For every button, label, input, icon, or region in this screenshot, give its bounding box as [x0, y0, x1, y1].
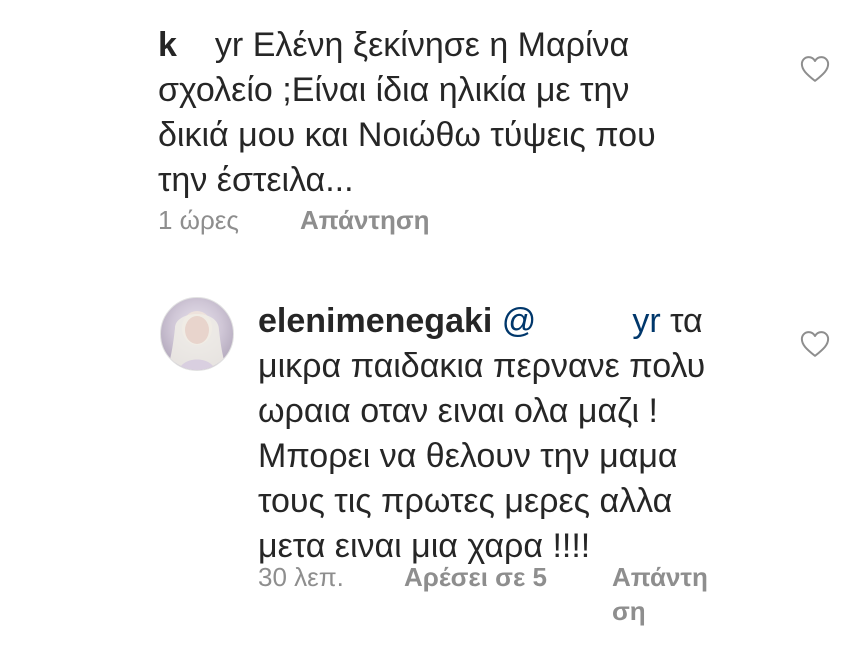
comment-username[interactable]: k — [158, 26, 177, 64]
comment-text: k yr Ελένη ξεκίνησε η Μαρίνα σχολείο ;Εί… — [158, 23, 656, 203]
reply-line-4: Μπορει να θελουν την μαμα — [258, 437, 678, 475]
reply-line-2: μικρα παιδακια περνανε πολυ — [258, 347, 706, 385]
reply-text: elenimenegaki @ yr τα μικρα παιδακια περ… — [258, 299, 705, 569]
reply-label-part2: ση — [612, 596, 646, 626]
comment-line-4: την έστειλα... — [158, 161, 354, 199]
reply-username[interactable]: elenimenegaki — [258, 302, 492, 340]
comment-meta: 1 ώρες Απάντηση — [158, 203, 758, 237]
redacted-mention — [536, 299, 632, 344]
reply-label-part1: Απάντη — [612, 562, 708, 592]
comment-line-2: σχολείο ;Είναι ίδια ηλικία με την — [158, 71, 630, 109]
heart-outline-icon[interactable] — [800, 55, 830, 83]
reply-button[interactable]: Απάντηση — [300, 203, 430, 237]
redacted-handle — [177, 23, 215, 68]
reply-line-1-tail: τα — [670, 302, 703, 340]
likes-count-button[interactable]: Αρέσει σε 5 — [404, 560, 547, 594]
reply-line-5: τους τις πρωτες μερες αλλα — [258, 482, 673, 520]
mention-link[interactable]: @ yr — [502, 302, 661, 340]
mention-prefix: @ — [501, 302, 537, 340]
mention-tail: yr — [632, 302, 661, 340]
comment-username-tail[interactable]: yr — [215, 26, 243, 64]
reply-time: 30 λεπ. — [258, 562, 344, 592]
reply-meta: 30 λεπ. Αρέσει σε 5 Απάντη ση — [258, 560, 818, 640]
comment-line-1: Ελένη ξεκίνησε η Μαρίνα — [252, 26, 630, 64]
reply-button[interactable]: Απάντη ση — [612, 560, 708, 628]
reply-line-3: ωραια οταν ειναι ολα μαζι ! — [258, 392, 658, 430]
avatar-image — [167, 311, 227, 370]
heart-outline-icon[interactable] — [800, 330, 830, 358]
comment-time: 1 ώρες — [158, 205, 239, 235]
comment-line-3: δικιά μου και Νοιώθω τύψεις που — [158, 116, 656, 154]
avatar[interactable] — [160, 297, 234, 371]
